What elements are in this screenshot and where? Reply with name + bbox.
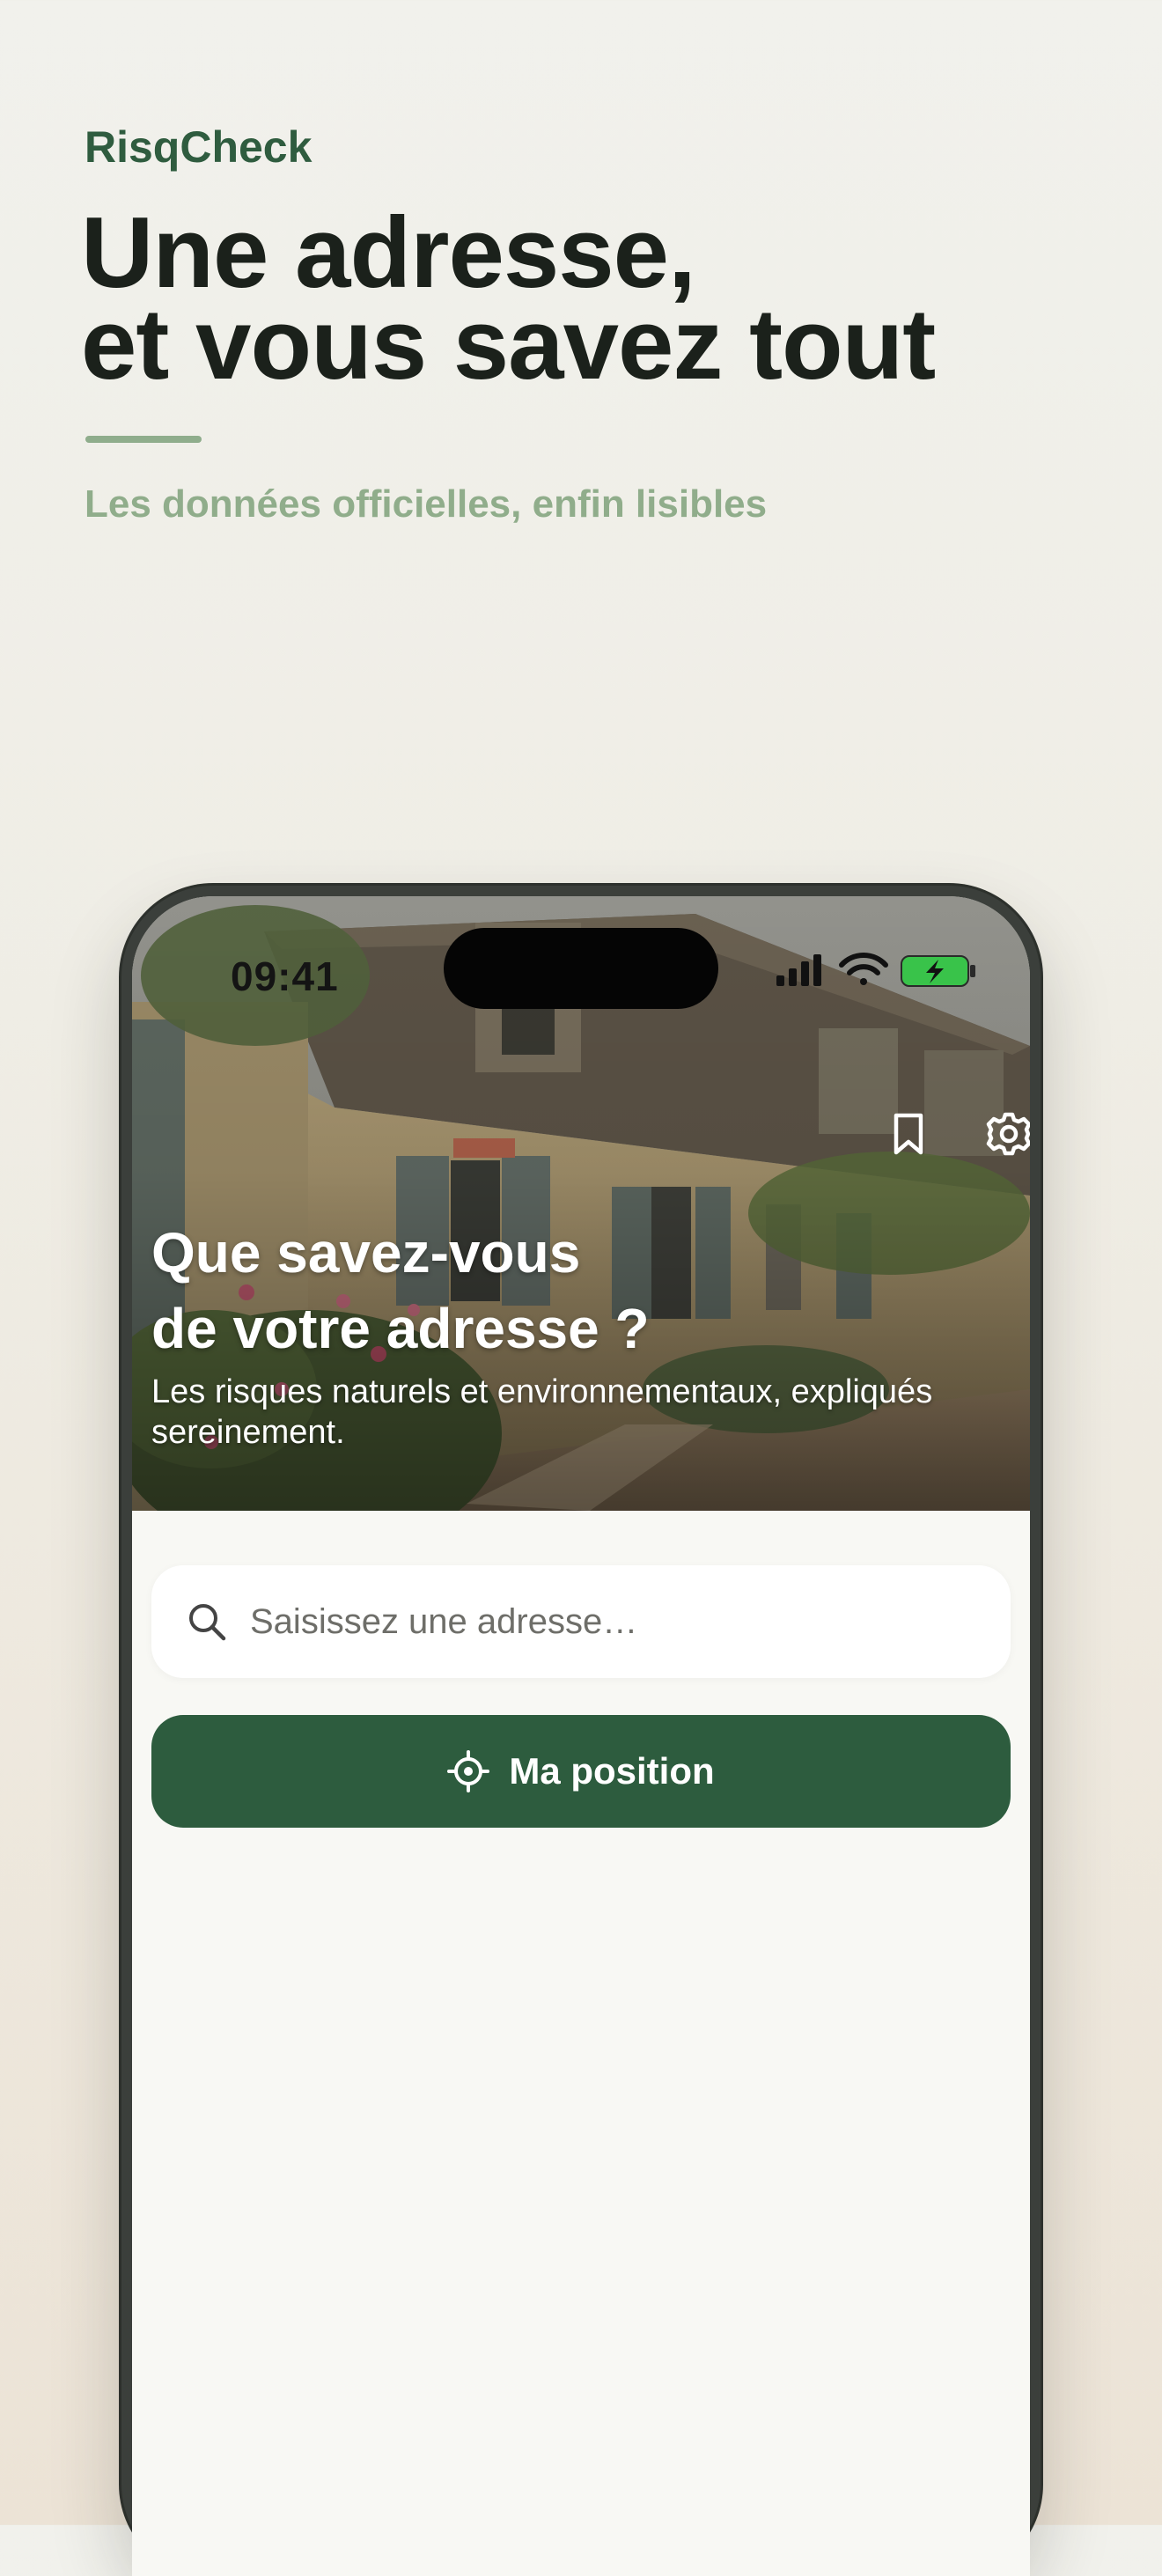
gear-icon xyxy=(986,1112,1030,1156)
settings-button[interactable] xyxy=(977,1102,1030,1166)
headline-line-2: et vous savez tout xyxy=(81,289,936,401)
app-screen: 09:41 Que savez-vous de votre adresse ? … xyxy=(132,896,1030,2576)
phone-frame: 09:41 Que savez-vous de votre adresse ? … xyxy=(121,886,1041,2576)
marketing-subtitle: Les données officielles, enfin lisibles xyxy=(85,482,768,526)
my-location-label: Ma position xyxy=(509,1750,715,1792)
cellular-signal-icon xyxy=(776,954,821,986)
status-icons xyxy=(776,953,975,987)
wifi-icon xyxy=(839,953,888,985)
my-location-button[interactable]: Ma position xyxy=(151,1715,1011,1828)
marketing-headline: Une adresse, et vous savez tout xyxy=(81,197,936,401)
status-time: 09:41 xyxy=(231,953,339,999)
headline-line-1: Une adresse, xyxy=(81,197,696,309)
address-search-field[interactable] xyxy=(151,1565,1011,1678)
hero-banner: 09:41 Que savez-vous de votre adresse ? … xyxy=(132,896,1030,1511)
hero-title: Que savez-vous de votre adresse ? xyxy=(151,1215,650,1366)
search-input[interactable] xyxy=(248,1601,974,1643)
hero-subtitle: Les risques naturels et environnementaux… xyxy=(151,1373,933,1451)
hero-title-line-1: Que savez-vous xyxy=(151,1221,581,1284)
bookmark-icon xyxy=(894,1113,923,1155)
accent-divider xyxy=(85,436,202,443)
hero-title-line-2: de votre adresse ? xyxy=(151,1297,650,1360)
brand-name: RisqCheck xyxy=(85,122,313,172)
dynamic-island xyxy=(444,928,718,1009)
crosshair-icon xyxy=(447,1750,490,1792)
search-icon xyxy=(189,1604,226,1641)
bookmark-button[interactable] xyxy=(877,1102,940,1166)
battery-charging-icon xyxy=(901,955,975,987)
